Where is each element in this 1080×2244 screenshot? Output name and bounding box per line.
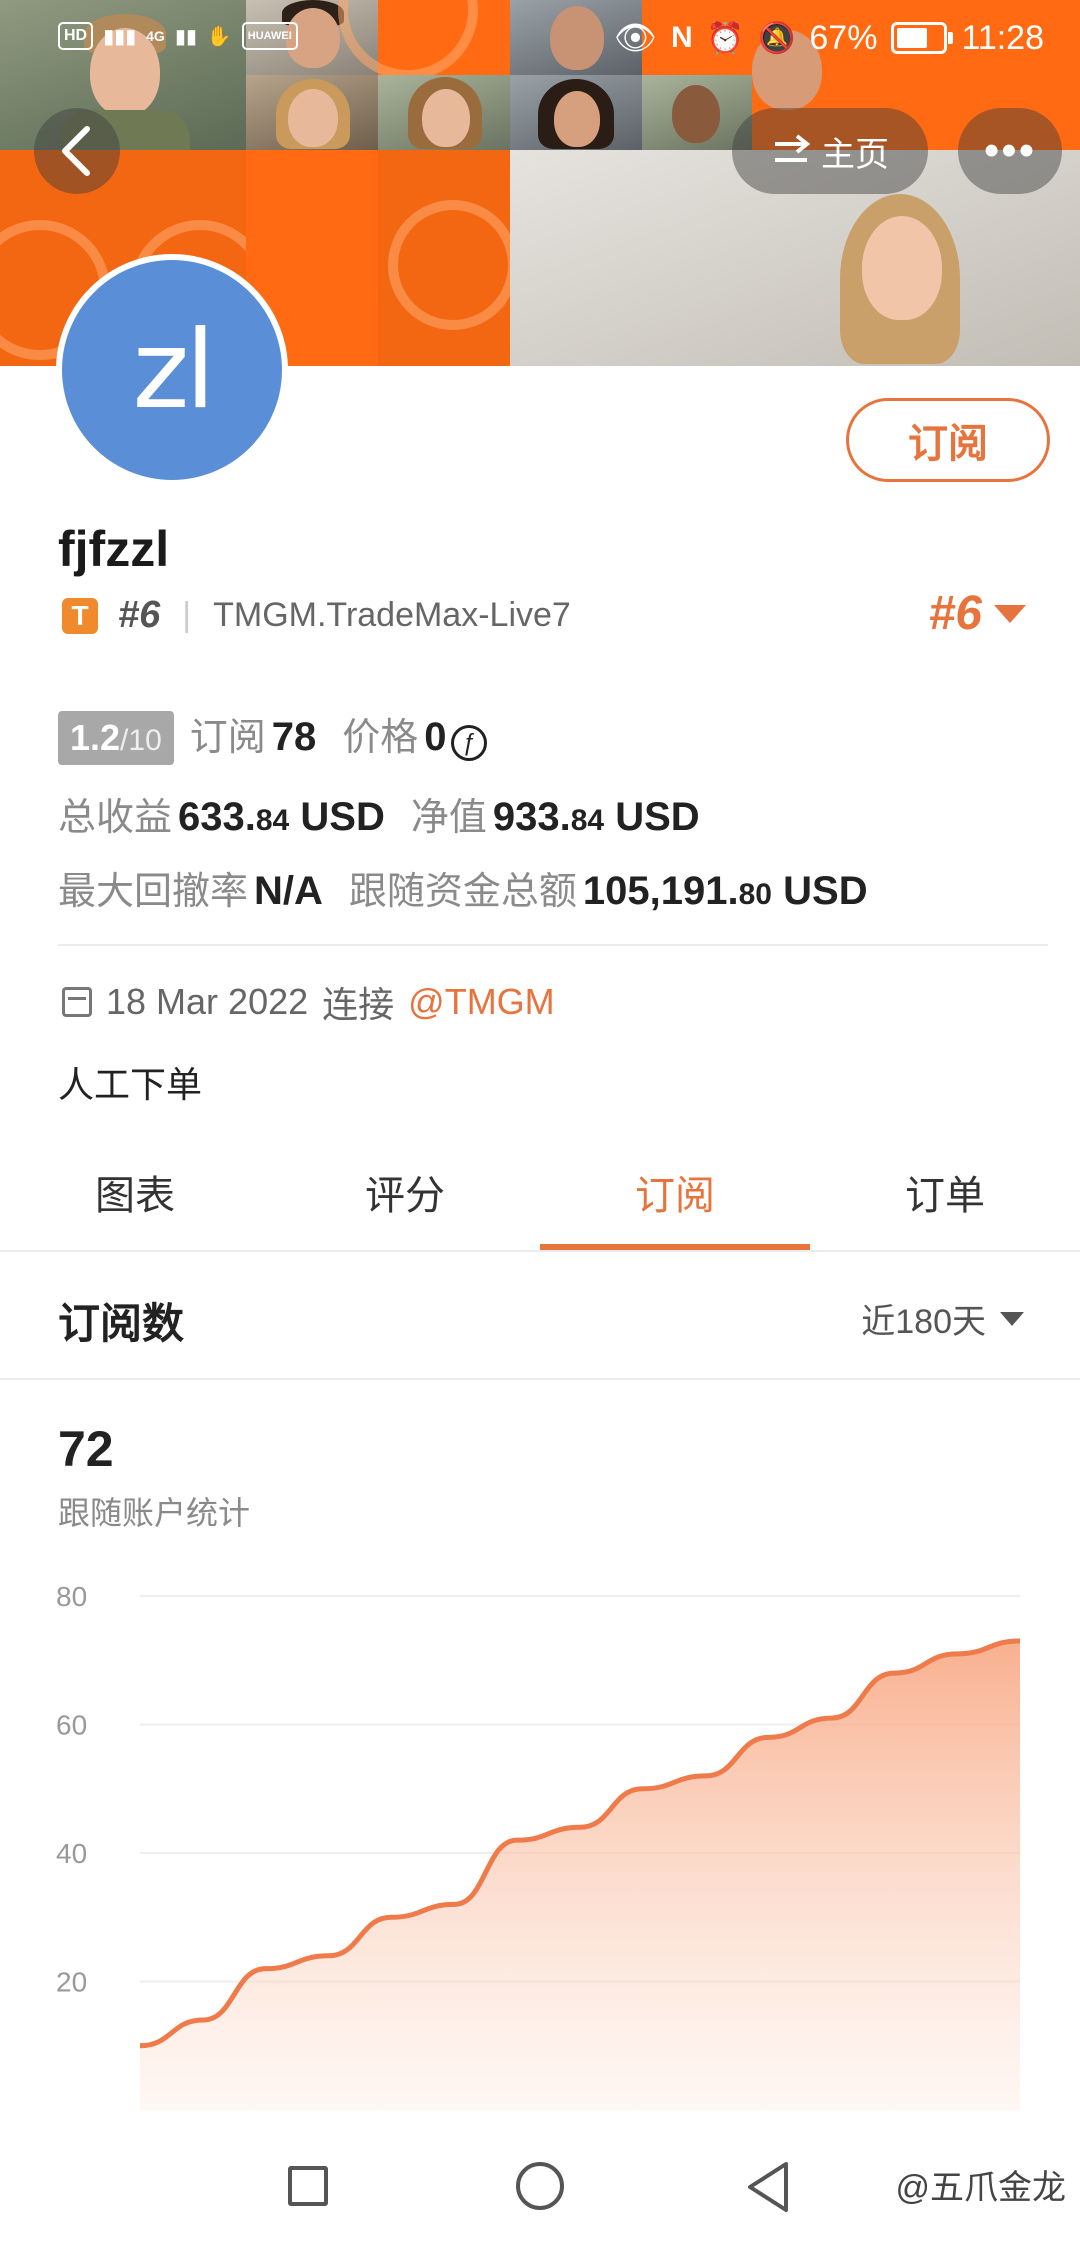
summary-value: 72 <box>58 1421 114 1477</box>
caret-down-icon <box>994 604 1026 623</box>
drawdown-value: N/A <box>254 869 323 913</box>
mute-icon: 🔕 <box>758 21 796 55</box>
more-dots-icon: ••• <box>983 126 1037 175</box>
y-tick-label: 20 <box>56 1967 87 1998</box>
divider: | <box>182 596 192 634</box>
battery-icon <box>891 22 954 54</box>
battery-percent: 67% <box>809 18 878 57</box>
home-label: 主页 <box>821 135 889 174</box>
rank-dropdown-value: #6 <box>928 587 982 640</box>
swap-icon <box>775 134 811 162</box>
y-tick-label: 80 <box>56 1581 87 1612</box>
tab-orders[interactable]: 订单 <box>810 1148 1080 1250</box>
range-dropdown[interactable]: 近180天 <box>861 1294 1024 1343</box>
stats-row-1: 1.2/10 订阅 78 价格 0 ƒ <box>58 706 487 765</box>
banner-photo <box>510 75 642 150</box>
subscribers-chart: 20 40 60 80 <box>56 1581 1021 2110</box>
banner-photo <box>378 75 510 150</box>
price-value: 0 <box>424 715 447 759</box>
summary-caption: 跟随账户统计 <box>58 1495 251 1531</box>
rank: #6 <box>118 594 161 636</box>
follow-funds-label: 跟随资金总额 <box>348 871 577 913</box>
banner-tile <box>378 150 518 366</box>
hand-icon: ✋ <box>206 25 232 48</box>
huawei-icon: HUAWEI <box>241 22 298 50</box>
connection-label: 连接 <box>322 984 395 1025</box>
rank-dropdown[interactable]: #6 <box>929 586 1026 641</box>
total-profit-label: 总收益 <box>58 797 173 839</box>
status-right: 👁 N ⏰ 🔕 67% 11:28 <box>614 18 1044 58</box>
username: fjfzzl <box>58 521 170 577</box>
coin-icon: ƒ <box>450 725 487 761</box>
caret-down-icon <box>1000 1311 1024 1326</box>
equity-value: 933.84 USD <box>492 795 700 839</box>
avatar[interactable]: zl <box>56 254 288 486</box>
subscribers-label: 订阅 <box>189 717 266 759</box>
total-profit-value: 633.84 USD <box>178 795 385 839</box>
tab-chart[interactable]: 图表 <box>0 1148 270 1250</box>
status-left: HD ▮▮▮ 4G ▮▮ ✋ HUAWEI <box>58 22 298 50</box>
stats-row-3: 最大回撤率 N/A 跟随资金总额 105,191.80 USD <box>58 860 876 915</box>
section-header: 订阅数 近180天 <box>0 1254 1080 1380</box>
home-nav-button[interactable] <box>516 2162 564 2210</box>
tab-rating[interactable]: 评分 <box>270 1148 540 1250</box>
more-button[interactable]: ••• <box>958 108 1062 194</box>
avatar-initials: zl <box>132 307 216 433</box>
clock: 11:28 <box>961 18 1044 57</box>
hd-indicator: HD <box>58 22 94 50</box>
nfc-icon: N <box>670 21 693 54</box>
eye-icon: 👁 <box>613 19 657 57</box>
subscribers-value: 78 <box>271 715 317 759</box>
rank-line: T #6 | TMGM.TradeMax-Live7 <box>62 594 571 637</box>
divider <box>58 944 1048 946</box>
signal-icon: ▮▮▮ <box>103 25 137 48</box>
alarm-icon: ⏰ <box>706 21 745 55</box>
watermark: @五爪金龙 <box>895 2169 1066 2207</box>
range-value: 近180天 <box>861 1303 986 1341</box>
broker-link[interactable]: @TMGM <box>408 981 555 1023</box>
price-label: 价格 <box>342 717 419 759</box>
recent-apps-button[interactable] <box>288 2166 328 2206</box>
status-bar: HD ▮▮▮ 4G ▮▮ ✋ HUAWEI 👁 N ⏰ 🔕 67% 11:28 <box>0 0 1080 84</box>
signal-icon-2: ▮▮ <box>174 25 197 48</box>
tab-bar: 图表 评分 订阅 订单 <box>0 1148 1080 1252</box>
back-nav-button[interactable] <box>744 2160 792 2214</box>
subscribe-button[interactable]: 订阅 <box>846 398 1050 482</box>
connection-date: 18 Mar 2022 <box>106 981 309 1022</box>
home-button[interactable]: 主页 <box>732 108 928 194</box>
equity-label: 净值 <box>410 797 487 839</box>
drawdown-label: 最大回撤率 <box>58 871 249 913</box>
back-button[interactable] <box>34 108 120 194</box>
strategy-description: 人工下单 <box>58 1064 203 1105</box>
server-name: TMGM.TradeMax-Live7 <box>213 596 571 634</box>
section-title: 订阅数 <box>58 1300 185 1347</box>
y-tick-label: 60 <box>56 1710 87 1741</box>
tab-subscribe[interactable]: 订阅 <box>540 1148 810 1250</box>
connection-line: 18 Mar 2022 连接 @TMGM <box>62 976 555 1028</box>
stats-row-2: 总收益 633.84 USD 净值 933.84 USD <box>58 786 708 841</box>
trader-badge-icon: T <box>62 597 98 634</box>
chevron-left-icon <box>62 126 90 176</box>
score-badge: 1.2/10 <box>58 711 174 765</box>
calendar-icon <box>62 987 92 1017</box>
y-tick-label: 40 <box>56 1838 87 1869</box>
network-type: 4G <box>146 28 165 44</box>
follow-funds-value: 105,191.80 USD <box>582 869 868 913</box>
system-nav-bar: @五爪金龙 <box>0 2130 1080 2244</box>
banner-photo <box>246 75 378 150</box>
chart-area <box>140 1640 1020 2110</box>
